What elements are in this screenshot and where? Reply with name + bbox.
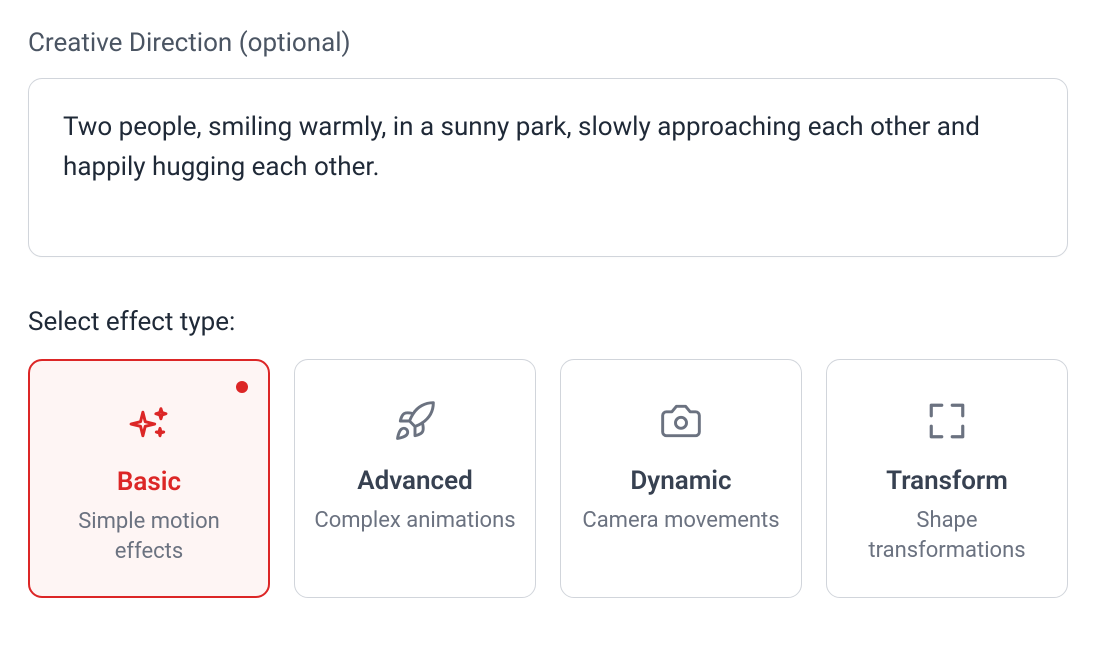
effect-card-title: Basic bbox=[117, 467, 181, 497]
expand-icon bbox=[922, 396, 972, 446]
effect-card-basic[interactable]: Basic Simple motion effects bbox=[28, 359, 270, 598]
rocket-icon bbox=[390, 396, 440, 446]
effect-card-advanced[interactable]: Advanced Complex animations bbox=[294, 359, 536, 598]
selected-indicator-icon bbox=[236, 381, 248, 393]
effect-card-desc: Camera movements bbox=[582, 506, 779, 536]
creative-direction-input[interactable] bbox=[28, 78, 1068, 257]
effect-card-desc: Complex animations bbox=[314, 506, 515, 536]
effect-card-dynamic[interactable]: Dynamic Camera movements bbox=[560, 359, 802, 598]
creative-direction-label: Creative Direction (optional) bbox=[28, 28, 1068, 58]
camera-icon bbox=[656, 396, 706, 446]
effect-card-transform[interactable]: Transform Shape transformations bbox=[826, 359, 1068, 598]
effect-card-desc: Simple motion effects bbox=[46, 507, 252, 566]
sparkles-icon bbox=[124, 397, 174, 447]
effect-card-title: Transform bbox=[886, 466, 1008, 496]
effect-type-label: Select effect type: bbox=[28, 307, 1068, 337]
effect-card-title: Dynamic bbox=[630, 466, 731, 496]
effect-card-title: Advanced bbox=[357, 466, 473, 496]
effect-type-grid: Basic Simple motion effects Advanced Com… bbox=[28, 359, 1068, 598]
effect-card-desc: Shape transformations bbox=[843, 506, 1051, 565]
effect-type-section: Select effect type: Basic Simple motion … bbox=[28, 307, 1068, 598]
creative-direction-field: Creative Direction (optional) bbox=[28, 28, 1068, 261]
